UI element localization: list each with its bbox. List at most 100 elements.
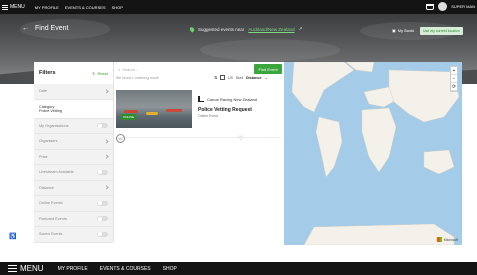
calendar-icon: ▣: [392, 28, 396, 33]
filter-label: Date: [39, 89, 48, 94]
use-location-button[interactable]: Use my current location: [420, 27, 463, 35]
suggested-events: Suggested events near Auckland/New Zeala…: [188, 25, 303, 33]
world-map: [291, 62, 460, 245]
map-reset-button[interactable]: ⟳: [451, 83, 457, 91]
event-organiser[interactable]: Canoe Racing New Zealand: [198, 96, 257, 102]
filter-label: Livestream Available: [39, 170, 74, 175]
back-to-find-event[interactable]: ← Find Event: [22, 25, 68, 32]
nav-events-courses[interactable]: EVENTS & COURSES: [100, 266, 151, 272]
nav-shop[interactable]: SHOP: [112, 5, 123, 10]
results-area: ⌕ Search... Find Event We found 1 matchi…: [114, 62, 284, 242]
continent-antarctica: [303, 223, 455, 245]
filter-price[interactable]: Price: [34, 150, 113, 165]
map-view[interactable]: + − ⟳ Microsoft: [284, 62, 462, 245]
location-link[interactable]: Auckland/New Zealand: [248, 27, 294, 32]
heart-icon[interactable]: ♡: [238, 135, 243, 142]
organiser-name: Canoe Racing New Zealand: [207, 96, 258, 102]
toggle-switch[interactable]: [97, 200, 108, 206]
filter-saved-events[interactable]: Saved Events: [34, 227, 113, 243]
map-attribution: Microsoft: [436, 237, 458, 242]
filter-label: Organisers: [39, 139, 58, 144]
map-brand: Microsoft: [443, 237, 458, 242]
top-navigation-bar: MENU MY PROFILE EVENTS & COURSES SHOP SU…: [0, 0, 477, 14]
suggest-text: Suggested events near: [198, 26, 245, 32]
my-bookings-link[interactable]: ▣ My Booki: [392, 28, 414, 33]
accessibility-icon[interactable]: ♿: [9, 233, 16, 240]
filter-livestream[interactable]: Livestream Available: [34, 165, 113, 181]
toggle-switch[interactable]: [97, 169, 108, 175]
zoom-in-button[interactable]: +: [451, 67, 457, 75]
filter-value: Police Vetting: [39, 108, 63, 113]
continent-africa: [361, 107, 397, 173]
search-icon: ⌕: [118, 67, 121, 72]
menu-button[interactable]: MENU: [8, 264, 44, 273]
toggle-switch[interactable]: [97, 231, 108, 237]
chevron-right-icon: [104, 185, 109, 190]
filter-label: Saved Events: [39, 232, 63, 237]
sort-label: Sort: [235, 75, 243, 80]
page-gap: [0, 250, 477, 262]
event-title[interactable]: Police Vetting Request: [198, 107, 252, 113]
reset-label: Reset: [97, 70, 108, 76]
filter-online-events[interactable]: Online Events: [34, 196, 113, 212]
cloud-shape: [200, 39, 340, 61]
filters-header: Filters ↻ Reset: [34, 62, 113, 84]
filter-my-organisations[interactable]: My Organisations: [34, 119, 113, 134]
filter-date[interactable]: Date: [34, 84, 113, 100]
filter-distance[interactable]: Distance: [34, 181, 113, 196]
sort-select[interactable]: Distance: [246, 76, 262, 80]
sort-order-icon[interactable]: ⇅: [214, 75, 217, 80]
online-badge: ONLINE: [121, 114, 137, 120]
user-name[interactable]: SUPER MAN: [451, 4, 475, 9]
continent-australia: [423, 149, 455, 175]
find-event-button[interactable]: Find Event: [254, 64, 282, 74]
hamburger-icon: [8, 265, 17, 272]
nav-my-profile[interactable]: MY PROFILE: [35, 5, 59, 10]
menu-label: MENU: [20, 264, 44, 273]
external-link-icon: ↗: [298, 26, 303, 31]
filter-featured-events[interactable]: Featured Events: [34, 212, 113, 227]
search-panel: Filters ↻ Reset Date Category Police Vet…: [34, 62, 284, 243]
left-margin: [0, 84, 34, 242]
menu-button[interactable]: MENU: [2, 4, 25, 10]
search-placeholder: Search...: [122, 67, 139, 72]
menu-label: MENU: [10, 4, 25, 10]
nav-events-courses[interactable]: EVENTS & COURSES: [65, 5, 106, 10]
event-card[interactable]: ONLINE Canoe Racing New Zealand Police V…: [116, 90, 281, 138]
nav-shop[interactable]: SHOP: [163, 266, 177, 272]
filter-category[interactable]: Category Police Vetting: [34, 99, 113, 119]
page-title: Find Event: [35, 25, 69, 32]
arrow-left-icon: ←: [22, 25, 29, 32]
avatar[interactable]: [438, 2, 448, 11]
my-bookings-label: My Booki: [397, 28, 415, 33]
chevron-right-icon: [104, 89, 109, 94]
chevron-right-icon: [104, 139, 109, 144]
filter-label: Distance: [39, 185, 54, 190]
filter-organisers[interactable]: Organisers: [34, 134, 113, 150]
grid-view-icon[interactable]: [220, 75, 226, 80]
filters-sidebar: Filters ↻ Reset Date Category Police Vet…: [34, 62, 114, 243]
filter-label: Featured Events: [39, 216, 67, 221]
event-thumbnail[interactable]: ONLINE: [116, 90, 192, 128]
nav-my-profile[interactable]: MY PROFILE: [58, 266, 88, 272]
microsoft-logo-icon: [436, 237, 442, 242]
cart-icon[interactable]: [426, 3, 435, 10]
chevron-down-icon: ⌄: [264, 76, 268, 80]
continent-north-america: [291, 62, 355, 113]
reset-icon: ↻: [92, 70, 96, 76]
event-subtitle: Online Event: [198, 114, 219, 118]
zoom-out-button[interactable]: −: [451, 75, 457, 83]
chevron-right-icon: [104, 154, 109, 159]
list-size-label[interactable]: LS: [228, 76, 233, 80]
toggle-switch[interactable]: [97, 216, 108, 222]
search-input[interactable]: ⌕ Search...: [116, 65, 226, 74]
location-pin-icon: [188, 25, 196, 33]
reset-button[interactable]: ↻ Reset: [92, 71, 108, 76]
results-toolbar: ⇅ LS Sort Distance ⌄: [214, 75, 268, 80]
filter-label: My Organisations: [39, 123, 69, 128]
toggle-switch[interactable]: [97, 123, 108, 129]
organiser-logo: [198, 96, 204, 102]
results-count: We found 1 matching result: [116, 76, 159, 80]
filters-title: Filters: [39, 70, 56, 76]
filter-label: Price: [39, 154, 48, 159]
